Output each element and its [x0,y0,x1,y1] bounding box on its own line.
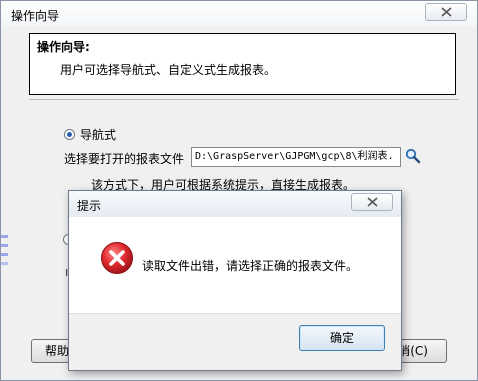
close-icon [367,197,378,207]
dialog-body: 读取文件出错，请选择正确的报表文件。 [69,217,401,314]
close-icon [441,7,452,17]
dialog-footer: 确定 [69,313,401,370]
header-description: 用户可选择导航式、自定义式生成报表。 [60,63,277,77]
edge-marks [1,235,8,265]
magnifier-icon[interactable] [405,148,421,164]
wizard-title: 操作向导 [11,9,60,23]
wizard-titlebar: 操作向导 [1,1,477,27]
radio-navigation-label: 导航式 [80,128,117,142]
header-panel: 操作向导: 用户可选择导航式、自定义式生成报表。 [29,33,456,95]
separator [29,99,459,100]
radio-selected-dot [67,132,72,137]
dialog-title: 提示 [77,199,102,213]
file-label: 选择要打开的报表文件 [64,152,185,166]
radio-navigation[interactable] [64,129,75,140]
dialog-message: 读取文件出错，请选择正确的报表文件。 [142,259,359,273]
screen: 操作向导 操作向导: 用户可选择导航式、自定义式生成报表。 导航式 选择要打开的… [0,0,478,381]
error-icon [101,242,133,274]
wizard-close-button[interactable] [425,3,467,21]
header-title: 操作向导: [37,40,90,54]
dialog-close-button[interactable] [351,193,393,211]
file-path-field[interactable]: D:\GraspServer\GJPGM\gcp\8\利润表. [191,147,401,167]
dialog-titlebar: 提示 [69,191,401,217]
error-dialog: 提示 读取文件出错，请选择正确的报表文件。 确定 [68,190,402,371]
ok-button[interactable]: 确定 [299,325,385,351]
